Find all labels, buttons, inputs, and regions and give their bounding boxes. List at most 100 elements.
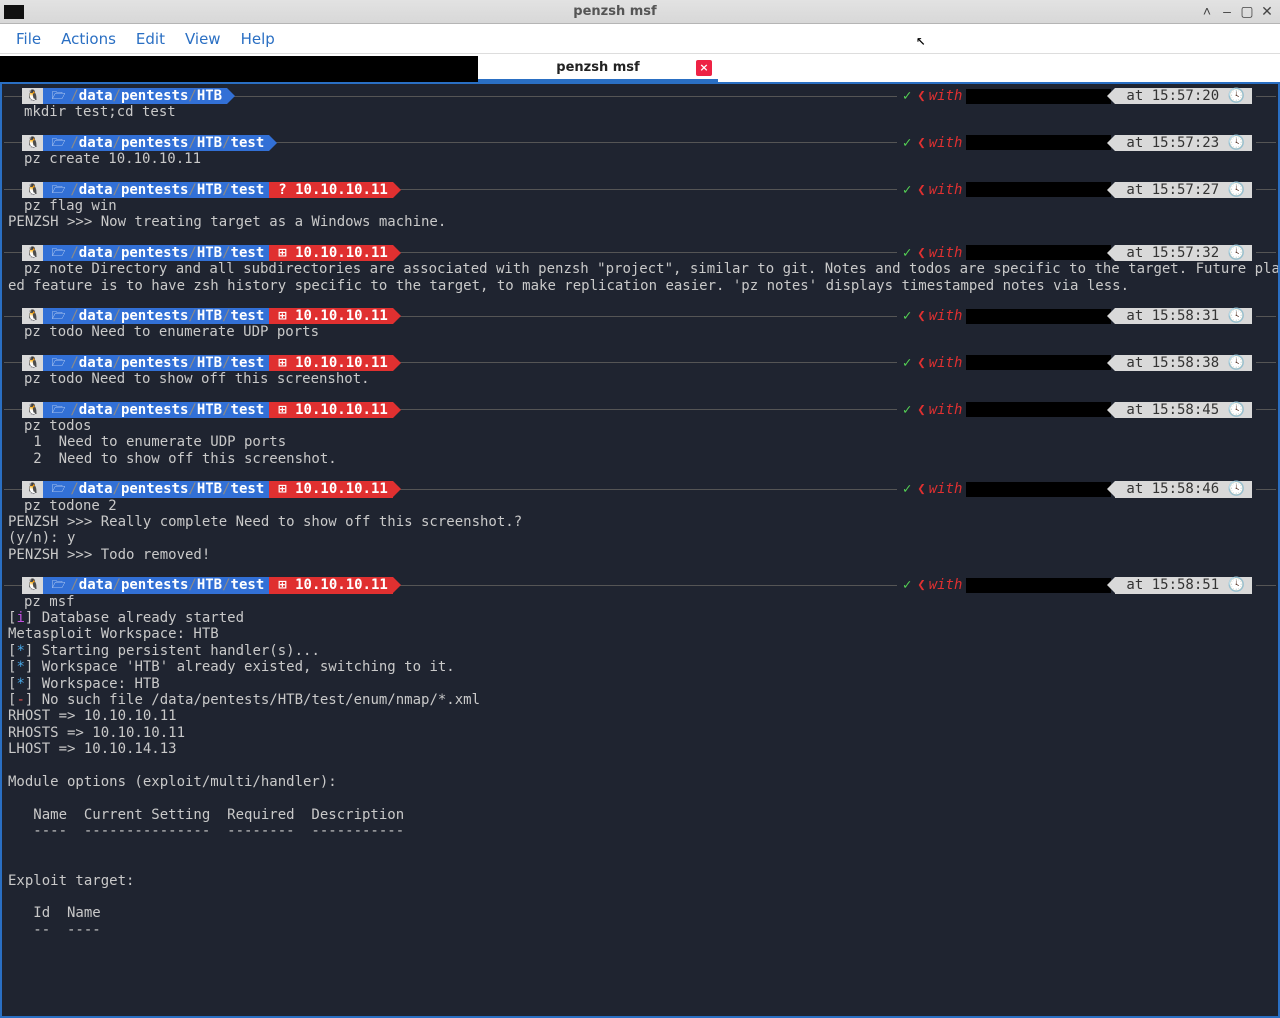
output-line: -- ---- bbox=[4, 922, 1276, 938]
maximize-button[interactable]: ▢ bbox=[1240, 3, 1254, 20]
caret-icon: ❮ bbox=[917, 481, 925, 497]
output-line: Id Name bbox=[4, 905, 1276, 921]
status-check-icon: ✓ bbox=[903, 135, 911, 151]
close-button[interactable]: ✕ bbox=[1260, 3, 1274, 20]
caret-icon: ❮ bbox=[917, 355, 925, 371]
redacted-user bbox=[966, 309, 1111, 324]
output-line: 1 Need to enumerate UDP ports bbox=[4, 434, 1276, 450]
caret-icon: ❮ bbox=[917, 182, 925, 198]
ip-segment: ? 10.10.10.11 bbox=[269, 182, 393, 198]
with-label: with bbox=[929, 245, 963, 261]
ip-segment: ⊞ 10.10.10.11 bbox=[269, 577, 393, 593]
output-line: RHOST => 10.10.10.11 bbox=[4, 708, 1276, 724]
status-check-icon: ✓ bbox=[903, 402, 911, 418]
output-line: Name Current Setting Required Descriptio… bbox=[4, 807, 1276, 823]
terminal-viewport[interactable]: 🐧🗁/data/pentests/HTB✓❮withat 15:57:20 🕓m… bbox=[0, 82, 1280, 1018]
timestamp-segment: at 15:58:46 🕓 bbox=[1115, 481, 1252, 497]
output-line: PENZSH >>> Now treating target as a Wind… bbox=[4, 214, 1276, 230]
redacted-user bbox=[966, 182, 1111, 197]
redacted-user bbox=[966, 578, 1111, 593]
prompt-row: 🐧🗁/data/pentests/HTB/test⊞ 10.10.10.11✓❮… bbox=[4, 481, 1276, 497]
menu-actions[interactable]: Actions bbox=[61, 30, 116, 48]
path-segment: 🗁/data/pentests/HTB/test bbox=[43, 402, 270, 418]
output-line: (y/n): y bbox=[4, 530, 1276, 546]
command-line: pz note Directory and all subdirectories… bbox=[4, 261, 1276, 277]
with-label: with bbox=[929, 308, 963, 324]
prompt-row: 🐧🗁/data/pentests/HTB✓❮withat 15:57:20 🕓 bbox=[4, 88, 1276, 104]
with-label: with bbox=[929, 182, 963, 198]
menu-view[interactable]: View bbox=[185, 30, 221, 48]
path-segment: 🗁/data/pentests/HTB/test bbox=[43, 245, 270, 261]
tab-close-icon[interactable]: × bbox=[696, 60, 712, 76]
app-icon bbox=[4, 5, 24, 19]
menu-help[interactable]: Help bbox=[241, 30, 275, 48]
status-check-icon: ✓ bbox=[903, 182, 911, 198]
output-line: [*] Starting persistent handler(s)... bbox=[4, 643, 1276, 659]
os-segment: 🐧 bbox=[22, 308, 43, 324]
os-segment: 🐧 bbox=[22, 88, 43, 104]
output-line: Metasploit Workspace: HTB bbox=[4, 626, 1276, 642]
with-label: with bbox=[929, 135, 963, 151]
menu-file[interactable]: File bbox=[16, 30, 41, 48]
output-line bbox=[4, 790, 1276, 806]
status-check-icon: ✓ bbox=[903, 355, 911, 371]
timestamp-segment: at 15:58:51 🕓 bbox=[1115, 577, 1252, 593]
ip-segment: ⊞ 10.10.10.11 bbox=[269, 481, 393, 497]
path-segment: 🗁/data/pentests/HTB/test bbox=[43, 481, 270, 497]
redacted-user bbox=[966, 355, 1111, 370]
caret-icon: ❮ bbox=[917, 308, 925, 324]
path-segment: 🗁/data/pentests/HTB/test bbox=[43, 577, 270, 593]
roll-up-button[interactable]: ˄ bbox=[1200, 3, 1214, 20]
path-segment: 🗁/data/pentests/HTB/test bbox=[43, 355, 270, 371]
prompt-row: 🐧🗁/data/pentests/HTB/test⊞ 10.10.10.11✓❮… bbox=[4, 402, 1276, 418]
command-line: pz flag win bbox=[4, 198, 1276, 214]
with-label: with bbox=[929, 481, 963, 497]
redacted-user bbox=[966, 89, 1111, 104]
output-line: [*] Workspace 'HTB' already existed, swi… bbox=[4, 659, 1276, 675]
timestamp-segment: at 15:57:32 🕓 bbox=[1115, 245, 1252, 261]
path-segment: 🗁/data/pentests/HTB/test bbox=[43, 308, 270, 324]
tab-inactive[interactable] bbox=[0, 56, 478, 82]
command-line: pz todos bbox=[4, 418, 1276, 434]
os-segment: 🐧 bbox=[22, 355, 43, 371]
tab-bar: penzsh msf × bbox=[0, 54, 1280, 82]
window-titlebar: penzsh msf ˄ – ▢ ✕ bbox=[0, 0, 1280, 24]
with-label: with bbox=[929, 88, 963, 104]
os-segment: 🐧 bbox=[22, 402, 43, 418]
path-segment: 🗁/data/pentests/HTB/test bbox=[43, 135, 270, 151]
output-line: Exploit target: bbox=[4, 873, 1276, 889]
command-line: pz todo Need to show off this screenshot… bbox=[4, 371, 1276, 387]
tab-active[interactable]: penzsh msf × bbox=[478, 56, 718, 82]
output-line: [i] Database already started bbox=[4, 610, 1276, 626]
redacted-user bbox=[966, 245, 1111, 260]
path-segment: 🗁/data/pentests/HTB bbox=[43, 88, 227, 104]
prompt-row: 🐧🗁/data/pentests/HTB/test⊞ 10.10.10.11✓❮… bbox=[4, 245, 1276, 261]
path-segment: 🗁/data/pentests/HTB/test bbox=[43, 182, 270, 198]
caret-icon: ❮ bbox=[917, 88, 925, 104]
os-segment: 🐧 bbox=[22, 245, 43, 261]
output-line: [*] Workspace: HTB bbox=[4, 676, 1276, 692]
window-title: penzsh msf bbox=[30, 4, 1200, 19]
status-check-icon: ✓ bbox=[903, 88, 911, 104]
redacted-user bbox=[966, 135, 1111, 150]
ip-segment: ⊞ 10.10.10.11 bbox=[269, 355, 393, 371]
output-line: LHOST => 10.10.14.13 bbox=[4, 741, 1276, 757]
minimize-button[interactable]: – bbox=[1220, 3, 1234, 20]
with-label: with bbox=[929, 355, 963, 371]
caret-icon: ❮ bbox=[917, 245, 925, 261]
output-line: 2 Need to show off this screenshot. bbox=[4, 451, 1276, 467]
os-segment: 🐧 bbox=[22, 182, 43, 198]
menu-bar: File Actions Edit View Help bbox=[0, 24, 1280, 54]
output-line bbox=[4, 856, 1276, 872]
redacted-user bbox=[966, 402, 1111, 417]
output-line bbox=[4, 889, 1276, 905]
output-line bbox=[4, 758, 1276, 774]
with-label: with bbox=[929, 402, 963, 418]
output-line bbox=[4, 840, 1276, 856]
menu-edit[interactable]: Edit bbox=[136, 30, 165, 48]
ip-segment: ⊞ 10.10.10.11 bbox=[269, 308, 393, 324]
os-segment: 🐧 bbox=[22, 135, 43, 151]
output-line: PENZSH >>> Really complete Need to show … bbox=[4, 514, 1276, 530]
ip-segment: ⊞ 10.10.10.11 bbox=[269, 245, 393, 261]
ip-segment: ⊞ 10.10.10.11 bbox=[269, 402, 393, 418]
